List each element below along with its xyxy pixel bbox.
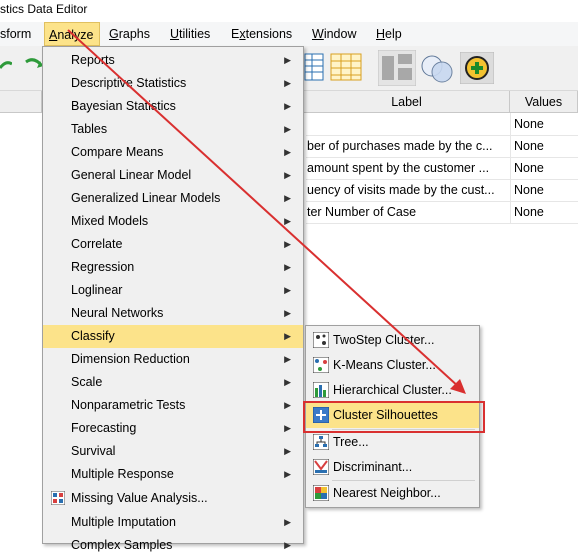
add-on-icon[interactable] bbox=[460, 52, 494, 84]
menu-item-correlate[interactable]: Correlate ▶ bbox=[43, 233, 303, 256]
menu-analyze[interactable]: Analyze bbox=[44, 22, 100, 46]
submenu-arrow-icon: ▶ bbox=[284, 239, 291, 249]
submenu-arrow-icon: ▶ bbox=[284, 517, 291, 527]
hierarchical-cluster-icon bbox=[313, 382, 329, 398]
menu-item-forecasting[interactable]: Forecasting ▶ bbox=[43, 417, 303, 440]
submenu-arrow-icon: ▶ bbox=[284, 423, 291, 433]
menu-item-tree[interactable]: Tree... bbox=[306, 430, 479, 455]
values-cell[interactable]: None bbox=[514, 179, 574, 201]
submenu-arrow-icon: ▶ bbox=[284, 170, 291, 180]
menu-item-nonparametric-tests[interactable]: Nonparametric Tests ▶ bbox=[43, 394, 303, 417]
select-cases-icon[interactable] bbox=[420, 54, 456, 84]
highlight-box-annotation bbox=[303, 401, 485, 433]
tree-icon bbox=[313, 434, 329, 450]
nearest-neighbor-icon bbox=[313, 485, 329, 501]
menu-bar: sform Analyze Graphs Utilities Extension… bbox=[0, 22, 578, 47]
menu-item-multiple-response[interactable]: Multiple Response ▶ bbox=[43, 463, 303, 486]
values-cell[interactable]: None bbox=[514, 135, 574, 157]
discriminant-icon bbox=[313, 459, 329, 475]
menu-item-missing-value-analysis[interactable]: Missing Value Analysis... bbox=[43, 487, 303, 510]
submenu-arrow-icon: ▶ bbox=[284, 331, 291, 341]
submenu-arrow-icon: ▶ bbox=[284, 354, 291, 364]
label-cell[interactable]: amount spent by the customer ... bbox=[307, 157, 507, 179]
label-cell[interactable]: ber of purchases made by the c... bbox=[307, 135, 507, 157]
menu-item-scale[interactable]: Scale ▶ bbox=[43, 371, 303, 394]
menu-item-classify[interactable]: Classify ▶ bbox=[43, 325, 303, 348]
menu-item-compare-means[interactable]: Compare Means ▶ bbox=[43, 141, 303, 164]
submenu-arrow-icon: ▶ bbox=[284, 78, 291, 88]
menu-item-tables[interactable]: Tables ▶ bbox=[43, 118, 303, 141]
submenu-arrow-icon: ▶ bbox=[284, 262, 291, 272]
menu-item-neural-networks[interactable]: Neural Networks ▶ bbox=[43, 302, 303, 325]
twostep-cluster-icon bbox=[313, 332, 329, 348]
missing-value-icon bbox=[51, 491, 65, 505]
title-bar: stics Data Editor bbox=[0, 0, 578, 20]
submenu-arrow-icon: ▶ bbox=[284, 308, 291, 318]
undo-icon[interactable] bbox=[0, 58, 12, 78]
label-cell[interactable]: ter Number of Case bbox=[307, 201, 507, 223]
values-cell[interactable]: None bbox=[514, 113, 574, 135]
submenu-arrow-icon: ▶ bbox=[284, 124, 291, 134]
menu-item-kmeans-cluster[interactable]: K-Means Cluster... bbox=[306, 353, 479, 378]
menu-item-mixed-models[interactable]: Mixed Models ▶ bbox=[43, 210, 303, 233]
submenu-arrow-icon: ▶ bbox=[284, 101, 291, 111]
menu-item-hierarchical-cluster[interactable]: Hierarchical Cluster... bbox=[306, 378, 479, 403]
value-labels-icon[interactable] bbox=[330, 52, 362, 82]
submenu-arrow-icon: ▶ bbox=[284, 469, 291, 479]
menu-item-reports[interactable]: Reports ▶ bbox=[43, 49, 303, 72]
header-blank bbox=[0, 91, 42, 113]
submenu-arrow-icon: ▶ bbox=[284, 400, 291, 410]
values-cell[interactable]: None bbox=[514, 157, 574, 179]
menu-item-discriminant[interactable]: Discriminant... bbox=[306, 455, 479, 480]
menu-item-multiple-imputation[interactable]: Multiple Imputation ▶ bbox=[43, 511, 303, 534]
menu-extensions[interactable]: Extensions bbox=[227, 22, 296, 46]
menu-item-survival[interactable]: Survival ▶ bbox=[43, 440, 303, 463]
variables-grid-icon[interactable] bbox=[304, 52, 324, 82]
header-label[interactable]: Label bbox=[304, 91, 510, 113]
redo-icon[interactable] bbox=[24, 56, 44, 78]
menu-window[interactable]: Window bbox=[308, 22, 360, 46]
menu-item-generalized-linear-models[interactable]: Generalized Linear Models ▶ bbox=[43, 187, 303, 210]
menu-item-dimension-reduction[interactable]: Dimension Reduction ▶ bbox=[43, 348, 303, 371]
submenu-arrow-icon: ▶ bbox=[284, 446, 291, 456]
label-cell[interactable] bbox=[307, 113, 507, 135]
submenu-arrow-icon: ▶ bbox=[284, 216, 291, 226]
values-cell[interactable]: None bbox=[514, 201, 574, 223]
menu-transform[interactable]: sform bbox=[0, 22, 35, 46]
submenu-arrow-icon: ▶ bbox=[284, 147, 291, 157]
menu-help[interactable]: Help bbox=[372, 22, 406, 46]
menu-item-twostep-cluster[interactable]: TwoStep Cluster... bbox=[306, 328, 479, 353]
header-values[interactable]: Values bbox=[510, 91, 578, 113]
submenu-arrow-icon: ▶ bbox=[284, 540, 291, 550]
submenu-arrow-icon: ▶ bbox=[284, 193, 291, 203]
menu-graphs[interactable]: Graphs bbox=[105, 22, 154, 46]
kmeans-cluster-icon bbox=[313, 357, 329, 373]
analyze-menu: Reports ▶ Descriptive Statistics ▶ Bayesia… bbox=[42, 46, 304, 552]
menu-item-general-linear-model[interactable]: General Linear Model ▶ bbox=[43, 164, 303, 187]
submenu-arrow-icon: ▶ bbox=[284, 377, 291, 387]
window-title: stics Data Editor bbox=[0, 2, 88, 16]
label-cell[interactable]: uency of visits made by the cust... bbox=[307, 179, 507, 201]
menu-item-regression[interactable]: Regression ▶ bbox=[43, 256, 303, 279]
submenu-arrow-icon: ▶ bbox=[284, 55, 291, 65]
menu-item-loglinear[interactable]: Loglinear ▶ bbox=[43, 279, 303, 302]
submenu-arrow-icon: ▶ bbox=[284, 285, 291, 295]
menu-item-complex-samples[interactable]: Complex Samples ▶ bbox=[43, 534, 303, 557]
menu-item-bayesian-statistics[interactable]: Bayesian Statistics ▶ bbox=[43, 95, 303, 118]
menu-item-descriptive-statistics[interactable]: Descriptive Statistics ▶ bbox=[43, 72, 303, 95]
menu-utilities[interactable]: Utilities bbox=[166, 22, 214, 46]
menu-item-nearest-neighbor[interactable]: Nearest Neighbor... bbox=[306, 481, 479, 506]
split-file-icon[interactable] bbox=[378, 50, 416, 86]
